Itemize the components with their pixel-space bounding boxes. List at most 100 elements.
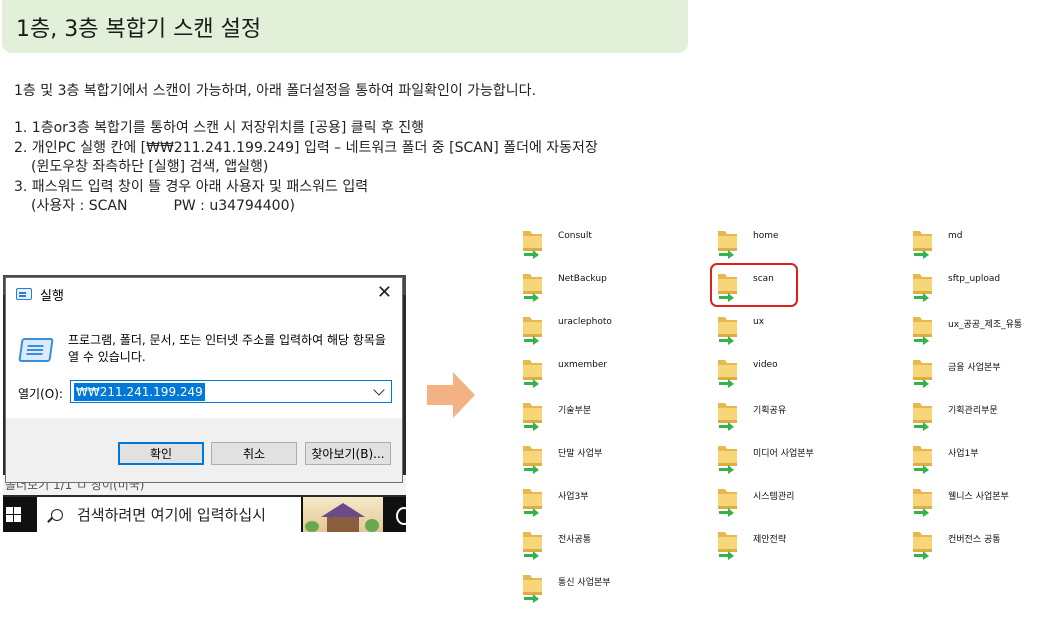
- folder-network-icon: [520, 442, 546, 474]
- folder-network-icon: [520, 313, 546, 345]
- folder-name: 기술부분: [558, 406, 592, 416]
- right-arrow-icon: [427, 372, 475, 418]
- folder-network-icon: [910, 528, 936, 560]
- intro-text: 1층 및 3층 복합기에서 스캔이 가능하며, 아래 폴더설정을 통하여 파일확…: [14, 83, 537, 99]
- folder-network-icon: [715, 227, 741, 259]
- folder-network-icon: [715, 399, 741, 431]
- folder-item[interactable]: ux_공공_제조_유통: [910, 311, 1046, 351]
- folder-name: ux: [753, 317, 765, 327]
- open-input-value[interactable]: ₩₩211.241.199.249: [74, 382, 205, 401]
- folder-item[interactable]: uraclephoto: [520, 311, 710, 351]
- folder-network-icon: [520, 399, 546, 431]
- folder-item[interactable]: 기술부분: [520, 397, 710, 437]
- folder-item[interactable]: 웰니스 사업본부: [910, 483, 1046, 523]
- folder-item[interactable]: 전사공통: [520, 526, 710, 566]
- page-title: 1층, 3층 복합기 스캔 설정: [2, 0, 688, 53]
- folder-name: NetBackup: [558, 274, 607, 284]
- folder-item[interactable]: Consult: [520, 225, 710, 265]
- folder-item[interactable]: 단말 사업부: [520, 440, 710, 480]
- run-dialog-titlebar: 실행: [6, 278, 402, 310]
- folder-name: 컨버전스 공통: [948, 535, 1001, 545]
- open-label: 열기(O):: [18, 387, 63, 401]
- run-dialog: 실행 ✕ 프로그램, 폴더, 문서, 또는 인터넷 주소를 입력하여 해당 항목…: [5, 277, 403, 483]
- folder-name: sftp_upload: [948, 274, 1001, 284]
- folder-name: 금융 사업본부: [948, 363, 1001, 373]
- run-dialog-footer: 확인 취소 찾아보기(B)...: [6, 418, 402, 482]
- scan-folder-highlight: [710, 263, 798, 307]
- folder-name: video: [753, 360, 778, 370]
- folder-item[interactable]: sftp_upload: [910, 268, 1046, 308]
- folder-item[interactable]: ux: [715, 311, 905, 351]
- folder-item[interactable]: 통신 사업본부: [520, 569, 710, 609]
- folder-name: Consult: [558, 231, 592, 241]
- ok-button[interactable]: 확인: [118, 442, 204, 465]
- folder-network-icon: [520, 571, 546, 603]
- step-3: 3. 패스워드 입력 창이 뜰 경우 아래 사용자 및 패스워드 입력: [14, 178, 369, 195]
- run-app-icon: [16, 288, 32, 300]
- folder-name: 사업1부: [948, 449, 979, 459]
- run-dialog-body: 프로그램, 폴더, 문서, 또는 인터넷 주소를 입력하여 해당 항목을 열 수…: [6, 310, 402, 418]
- folder-network-icon: [910, 442, 936, 474]
- folder-network-icon: [910, 270, 936, 302]
- folder-network-icon: [910, 313, 936, 345]
- run-dialog-description: 프로그램, 폴더, 문서, 또는 인터넷 주소를 입력하여 해당 항목을 열 수…: [68, 333, 386, 364]
- folder-item[interactable]: home: [715, 225, 905, 265]
- search-icon: [51, 508, 63, 521]
- taskbar-search-box[interactable]: 검색하려면 여기에 입력하십시: [37, 497, 301, 532]
- folder-item[interactable]: 컨버전스 공통: [910, 526, 1046, 566]
- folder-name: 기획공유: [753, 406, 787, 416]
- folder-name: md: [948, 231, 963, 241]
- close-icon[interactable]: ✕: [377, 283, 392, 303]
- run-dialog-screenshot: 폴더보기 1/1 ㅁ 창이(미국) 실행 ✕ 프로그램, 폴더, 문서, 또는 …: [3, 275, 406, 532]
- folder-network-icon: [910, 227, 936, 259]
- folder-name: 미디어 사업본부: [753, 449, 814, 459]
- windows-start-icon[interactable]: [6, 507, 22, 523]
- folder-network-icon: [715, 356, 741, 388]
- folder-network-icon: [715, 313, 741, 345]
- step-3-credentials: (사용자 : SCAN PW : u34794400): [14, 197, 598, 217]
- folder-item[interactable]: 사업1부: [910, 440, 1046, 480]
- run-large-icon: [18, 338, 54, 362]
- folder-item[interactable]: 금융 사업본부: [910, 354, 1046, 394]
- cancel-button[interactable]: 취소: [211, 442, 297, 465]
- folder-item[interactable]: 미디어 사업본부: [715, 440, 905, 480]
- folder-item[interactable]: 사업3부: [520, 483, 710, 523]
- step-2: 2. 개인PC 실행 칸에 [₩₩211.241.199.249] 입력 – 네…: [14, 139, 598, 156]
- chevron-down-icon[interactable]: [373, 383, 385, 396]
- taskbar: 검색하려면 여기에 입력하십시: [3, 497, 406, 532]
- browse-button[interactable]: 찾아보기(B)...: [305, 442, 391, 465]
- step-2-note: (윈도우창 좌측하단 [실행] 검색, 앱실행): [31, 159, 269, 175]
- folder-item[interactable]: 제안전략: [715, 526, 905, 566]
- folder-network-icon: [520, 270, 546, 302]
- step-1: 1. 1층or3층 복합기를 통하여 스캔 시 저장위치를 [공용] 클릭 후 …: [14, 120, 425, 136]
- folder-item[interactable]: NetBackup: [520, 268, 710, 308]
- folder-name: home: [753, 231, 779, 241]
- taskbar-search-placeholder: 검색하려면 여기에 입력하십시: [77, 506, 266, 524]
- folder-item[interactable]: 기획공유: [715, 397, 905, 437]
- folder-network-icon: [715, 485, 741, 517]
- folder-network-icon: [520, 227, 546, 259]
- credential-user: (사용자 : SCAN: [31, 198, 128, 214]
- folder-item[interactable]: video: [715, 354, 905, 394]
- folder-network-icon: [715, 442, 741, 474]
- folder-item[interactable]: 기획관리부문: [910, 397, 1046, 437]
- page-title-text: 1층, 3층 복합기 스캔 설정: [16, 16, 262, 42]
- run-dialog-title: 실행: [40, 288, 64, 304]
- folder-network-icon: [520, 356, 546, 388]
- folder-network-icon: [715, 528, 741, 560]
- folder-name: 시스템관리: [753, 492, 795, 502]
- folder-network-icon: [910, 399, 936, 431]
- folder-item[interactable]: uxmember: [520, 354, 710, 394]
- steps-list: 1. 1층or3층 복합기를 통하여 스캔 시 저장위치를 [공용] 클릭 후 …: [14, 119, 598, 217]
- folder-name: 단말 사업부: [558, 449, 603, 459]
- cortana-icon[interactable]: [396, 507, 406, 525]
- folder-network-icon: [910, 356, 936, 388]
- folder-name: 제안전략: [753, 535, 787, 545]
- search-highlight-illustration[interactable]: [303, 497, 383, 532]
- folder-network-icon: [910, 485, 936, 517]
- open-input[interactable]: ₩₩211.241.199.249: [70, 380, 392, 403]
- folder-name: uraclephoto: [558, 317, 612, 327]
- folder-item[interactable]: 시스템관리: [715, 483, 905, 523]
- folder-name: 기획관리부문: [948, 406, 998, 416]
- folder-item[interactable]: md: [910, 225, 1046, 265]
